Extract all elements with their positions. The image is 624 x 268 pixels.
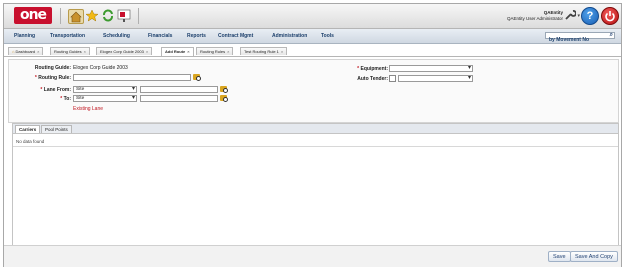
movement-search-input[interactable]: by Movement No ⌕ bbox=[545, 32, 615, 43]
empty-grid-message: No data found bbox=[16, 139, 45, 144]
save-and-copy-button[interactable]: Save And Copy bbox=[570, 251, 618, 262]
tab-label: Elogex Corp Guide 2003 bbox=[100, 49, 144, 54]
equipment-select[interactable] bbox=[389, 65, 473, 72]
header-divider bbox=[138, 8, 139, 24]
routing-rule-input[interactable] bbox=[73, 74, 191, 81]
nav-financials[interactable]: Financials bbox=[148, 33, 172, 39]
header-divider bbox=[60, 8, 61, 24]
tab-routing-rules[interactable]: Routing Rules × bbox=[196, 47, 234, 55]
refresh-icon[interactable] bbox=[101, 9, 115, 22]
search-icon[interactable]: ⌕ bbox=[610, 32, 613, 39]
routing-rule-label: * Routing Rule: bbox=[35, 75, 71, 81]
tab-bar: ⌂ Dashboard × Routing Guides × Elogex Corp… bbox=[4, 45, 621, 57]
nav-transportation[interactable]: Transportation bbox=[50, 33, 85, 39]
chevron-down-icon[interactable]: ▾ bbox=[577, 13, 580, 19]
routing-guide-label: Routing Guide: bbox=[34, 65, 71, 71]
nav-tools[interactable]: Tools bbox=[321, 33, 334, 39]
to-label: * To: bbox=[60, 96, 71, 102]
user-info: QAEntity QAEntity User Administrator bbox=[507, 10, 563, 22]
to-label-text: To: bbox=[63, 96, 71, 102]
presentation-icon[interactable] bbox=[117, 9, 131, 22]
power-logout-icon[interactable] bbox=[601, 7, 619, 25]
carriers-grid-panel: Carriers Pool Points No data found bbox=[12, 123, 619, 247]
auto-tender-checkbox[interactable] bbox=[389, 75, 396, 82]
lane-from-label-text: Lane From: bbox=[43, 87, 71, 93]
one-logo[interactable]: one bbox=[14, 7, 52, 24]
main-nav: Planning Transportation Scheduling Finan… bbox=[4, 29, 621, 44]
auto-tender-label: Auto Tender: bbox=[357, 76, 388, 82]
user-role: QAEntity User Administrator bbox=[506, 16, 563, 21]
tab-pool-points[interactable]: Pool Points bbox=[41, 125, 72, 133]
equipment-label-text: Equipment: bbox=[360, 66, 389, 72]
lane-from-label: * Lane From: bbox=[40, 87, 71, 93]
tab-dashboard[interactable]: ⌂ Dashboard × bbox=[8, 47, 44, 55]
help-icon[interactable]: ? bbox=[581, 7, 599, 25]
to-type-select[interactable]: Site bbox=[73, 95, 137, 102]
close-icon[interactable]: × bbox=[227, 49, 229, 54]
close-icon[interactable]: × bbox=[37, 49, 39, 54]
tab-carriers[interactable]: Carriers bbox=[15, 125, 41, 133]
favorites-star-icon[interactable] bbox=[85, 9, 99, 22]
home-icon[interactable] bbox=[68, 9, 84, 24]
nav-reports[interactable]: Reports bbox=[187, 33, 206, 39]
grid-divider bbox=[13, 146, 618, 147]
add-route-form: Routing Guide: Elogex Corp Guide 2003 * … bbox=[8, 59, 619, 123]
tab-label: Dashboard bbox=[15, 49, 36, 54]
close-icon[interactable]: × bbox=[84, 49, 86, 54]
lookup-picker-icon[interactable] bbox=[220, 95, 228, 102]
wrench-tools-icon[interactable] bbox=[564, 9, 577, 21]
close-icon[interactable]: × bbox=[281, 49, 283, 54]
lane-from-type-select[interactable]: Site bbox=[73, 86, 137, 93]
auto-tender-select[interactable] bbox=[398, 75, 473, 82]
action-footer: Save Save And Copy bbox=[4, 245, 621, 267]
tab-label: Add Route bbox=[165, 49, 186, 54]
nav-scheduling[interactable]: Scheduling bbox=[103, 33, 130, 39]
close-icon[interactable]: × bbox=[187, 49, 189, 54]
grid-tab-bar: Carriers Pool Points bbox=[13, 124, 618, 134]
routing-rule-label-text: Routing Rule: bbox=[38, 75, 71, 81]
tab-label: Test Routing Rule 1 bbox=[244, 49, 279, 54]
existing-lane-link[interactable]: Existing Lane bbox=[73, 106, 103, 112]
home-icon: ⌂ bbox=[12, 49, 15, 54]
lane-from-input[interactable] bbox=[140, 86, 218, 93]
save-button[interactable]: Save bbox=[548, 251, 571, 262]
search-placeholder: by Movement No bbox=[549, 37, 590, 43]
to-input[interactable] bbox=[140, 95, 218, 102]
tab-routing-guides[interactable]: Routing Guides × bbox=[50, 47, 90, 55]
close-icon[interactable]: × bbox=[146, 49, 148, 54]
tab-test-routing-rule[interactable]: Test Routing Rule 1 × bbox=[240, 47, 288, 55]
routing-guide-value: Elogex Corp Guide 2003 bbox=[73, 65, 128, 71]
app-window: one QAEntity QAEntity User Administrator… bbox=[3, 3, 622, 267]
top-header: one QAEntity QAEntity User Administrator… bbox=[4, 4, 621, 29]
tab-add-route[interactable]: Add Route × bbox=[161, 47, 194, 56]
nav-planning[interactable]: Planning bbox=[14, 33, 35, 39]
tab-elogex-corp-guide[interactable]: Elogex Corp Guide 2003 × bbox=[96, 47, 153, 55]
lookup-picker-icon[interactable] bbox=[220, 86, 228, 93]
lookup-picker-icon[interactable] bbox=[193, 74, 201, 81]
nav-administration[interactable]: Administration bbox=[272, 33, 307, 39]
tab-label: Routing Guides bbox=[54, 49, 82, 54]
tab-label: Routing Rules bbox=[200, 49, 226, 54]
equipment-label: * Equipment: bbox=[357, 66, 388, 72]
nav-contract-mgmt[interactable]: Contract Mgmt bbox=[218, 33, 253, 39]
